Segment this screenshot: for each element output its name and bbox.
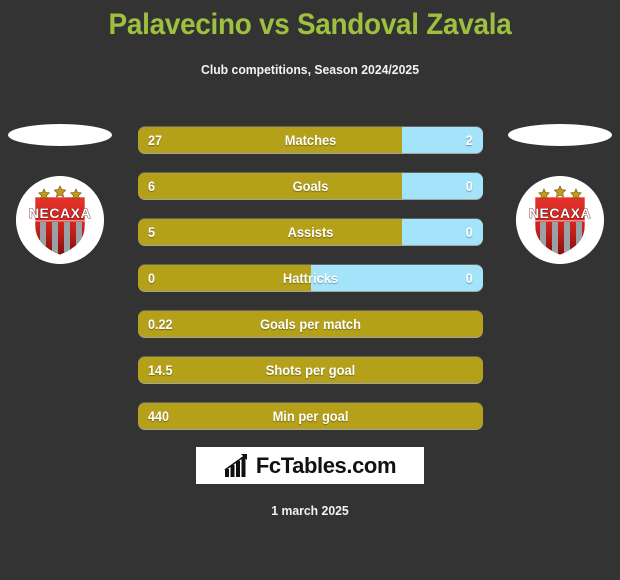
stat-row: 0 0 Hattricks: [138, 265, 483, 291]
stat-value-away: 0: [465, 224, 473, 240]
stat-value-away: 2: [465, 132, 473, 148]
stat-value-home: 6: [148, 178, 156, 194]
svg-text:NECAXA: NECAXA: [29, 205, 91, 221]
necaxa-crest-icon: NECAXA: [516, 176, 604, 264]
stat-row: 0.22 Goals per match: [138, 311, 483, 337]
necaxa-crest-icon: NECAXA: [16, 176, 104, 264]
bar-chart-arrow-icon: [224, 453, 247, 477]
stat-value-home: 440: [148, 408, 170, 424]
stat-row: 14.5 Shots per goal: [138, 357, 483, 383]
decorative-ellipse-right: [508, 124, 612, 146]
stat-bar-home: [138, 311, 483, 337]
stat-bar-home: [138, 403, 483, 429]
fctables-logo-text: FcTables.com: [255, 452, 397, 478]
stat-value-away: 0: [465, 178, 473, 194]
stat-value-home: 0: [148, 270, 156, 286]
stat-value-away: 0: [465, 270, 473, 286]
page-subtitle: Club competitions, Season 2024/2025: [200, 62, 419, 77]
home-club-badge-necaxa: NECAXA: [16, 176, 104, 264]
stat-rows-container: 27 2 Matches 6 0 Goals 5 0 Assists 0 0 Hattricks 0.2…: [138, 127, 483, 449]
stat-value-home: 0.22: [148, 316, 173, 332]
stat-bar-away: [310, 265, 483, 291]
stat-bar-home: [138, 357, 483, 383]
stat-bar-home: [138, 219, 402, 245]
fctables-logo[interactable]: FcTables.com: [196, 447, 424, 484]
svg-text:NECAXA: NECAXA: [529, 205, 591, 221]
stat-value-home: 5: [148, 224, 156, 240]
stat-row: 6 0 Goals: [138, 173, 483, 199]
stat-row: 440 Min per goal: [138, 403, 483, 429]
stat-bar-home: [138, 127, 402, 153]
stat-bar-home: [138, 265, 311, 291]
stat-value-home: 14.5: [148, 362, 173, 378]
stat-row: 27 2 Matches: [138, 127, 483, 153]
decorative-ellipse-left: [8, 124, 112, 146]
stat-row: 5 0 Assists: [138, 219, 483, 245]
stat-bar-home: [138, 173, 402, 199]
stat-value-home: 27: [148, 132, 163, 148]
page-title: Palavecino vs Sandoval Zavala: [108, 8, 512, 41]
away-club-badge-necaxa: NECAXA: [516, 176, 604, 264]
stat-comparison-card: Palavecino vs Sandoval Zavala Club compe…: [0, 0, 620, 580]
footer-date: 1 march 2025: [271, 503, 349, 518]
